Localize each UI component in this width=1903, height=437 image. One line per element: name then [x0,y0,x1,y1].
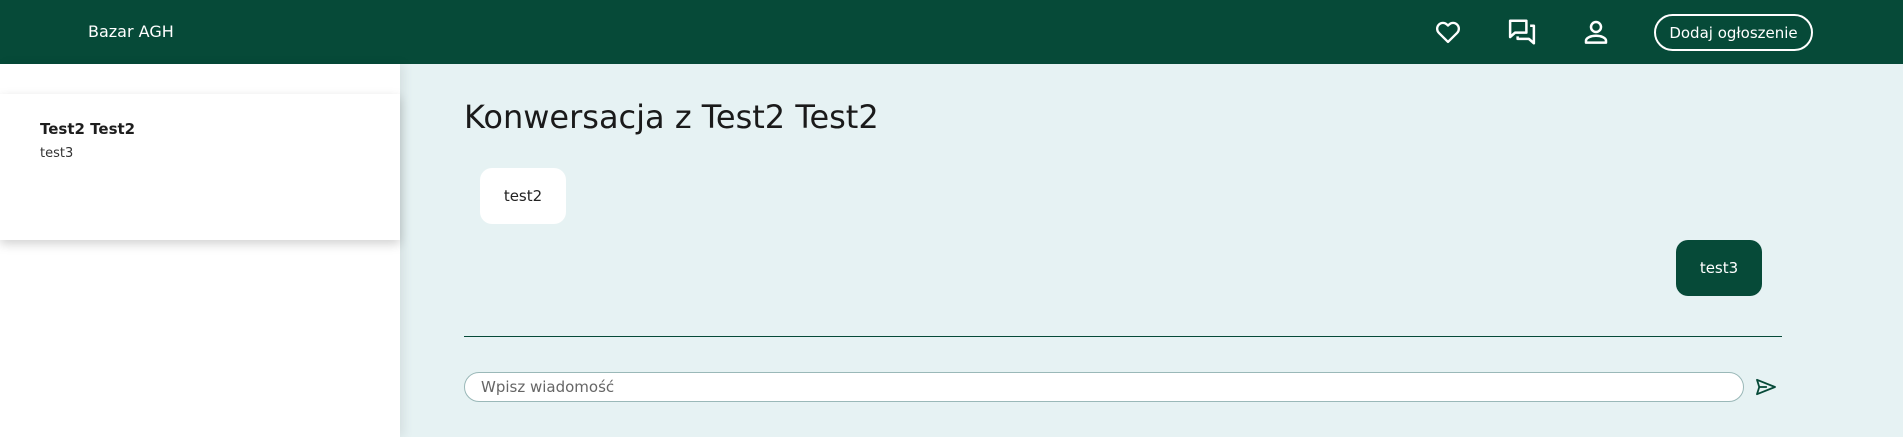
message-outgoing: test3 [1676,240,1762,296]
send-button[interactable] [1752,374,1780,400]
heart-icon[interactable] [1432,16,1464,48]
user-icon[interactable] [1580,16,1612,48]
chat-icon[interactable] [1506,16,1538,48]
conversations-sidebar: Test2 Test2 test3 [0,64,400,437]
conversation-preview: test3 [40,146,74,161]
message-incoming: test2 [480,168,566,224]
page-title: Konwersacja z Test2 Test2 [464,98,879,136]
divider [464,336,1782,337]
send-icon [1756,378,1776,396]
brand-link[interactable]: Bazar AGH [88,22,174,41]
top-navbar: Bazar AGH Dodaj ogłoszenie [0,0,1903,64]
conversation-name: Test2 Test2 [40,120,136,138]
message-input[interactable] [464,372,1744,402]
conversation-item[interactable]: Test2 Test2 test3 [0,94,400,240]
add-listing-button[interactable]: Dodaj ogłoszenie [1654,14,1813,51]
